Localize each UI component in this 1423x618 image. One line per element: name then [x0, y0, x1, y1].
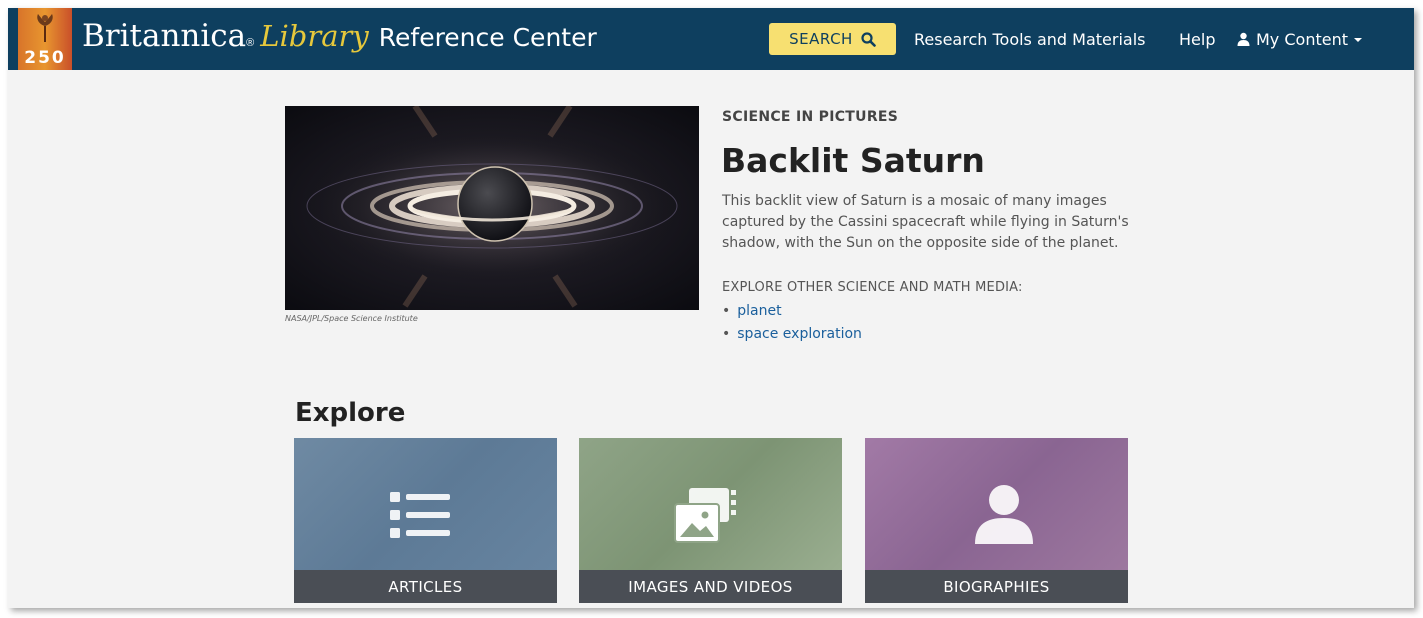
brand-title[interactable]: Britannica ® Library Reference Center: [82, 18, 597, 60]
header-bar: 250 Britannica ® Library Reference Cente…: [8, 8, 1414, 70]
explore-card-images-videos[interactable]: IMAGES AND VIDEOS: [579, 438, 842, 603]
card-label-biographies: BIOGRAPHIES: [865, 570, 1128, 603]
brand-library: Library: [260, 19, 369, 53]
link-space-exploration[interactable]: space exploration: [737, 326, 862, 342]
brand-registered: ®: [246, 37, 255, 49]
page: 250 Britannica ® Library Reference Cente…: [8, 8, 1414, 608]
person-icon: [975, 485, 1033, 544]
explore-other-label: EXPLORE OTHER SCIENCE AND MATH MEDIA:: [722, 280, 1023, 295]
brand-main: Britannica: [82, 18, 247, 54]
image-credit: NASA/JPL/Space Science Institute: [285, 314, 418, 323]
explore-card-biographies[interactable]: BIOGRAPHIES: [865, 438, 1128, 603]
my-content-label: My Content: [1256, 30, 1348, 49]
backlit-saturn-image[interactable]: [285, 106, 699, 310]
bullet: •: [722, 303, 731, 319]
brand-reference-center: Reference Center: [378, 23, 597, 52]
search-label: SEARCH: [789, 30, 853, 48]
user-icon: [1237, 32, 1250, 46]
list-icon: [390, 492, 450, 538]
britannica-250-logo[interactable]: 250: [18, 8, 72, 70]
media-icon: [674, 488, 736, 543]
bullet: •: [722, 326, 731, 342]
thistle-logo-icon: [37, 14, 53, 42]
saturn-image-art: [292, 106, 692, 308]
feature-description: This backlit view of Saturn is a mosaic …: [722, 193, 1129, 251]
card-label-images-videos: IMAGES AND VIDEOS: [579, 570, 842, 603]
card-label-articles: ARTICLES: [294, 570, 557, 603]
caret-down-icon: [1354, 37, 1362, 42]
section-kicker: SCIENCE IN PICTURES: [722, 109, 899, 125]
nav-my-content[interactable]: My Content: [1236, 30, 1363, 49]
list-item: • planet: [722, 300, 862, 323]
search-button[interactable]: SEARCH: [769, 23, 896, 55]
explore-heading: Explore: [295, 398, 406, 428]
feature-title: Backlit Saturn: [721, 141, 985, 180]
nav-help[interactable]: Help: [1179, 30, 1215, 49]
nav-research-tools[interactable]: Research Tools and Materials: [914, 30, 1146, 49]
media-links-list: • planet • space exploration: [722, 300, 862, 346]
explore-card-articles[interactable]: ARTICLES: [294, 438, 557, 603]
logo-number: 250: [24, 48, 66, 68]
link-planet[interactable]: planet: [737, 303, 781, 319]
list-item: • space exploration: [722, 323, 862, 346]
search-icon: [861, 31, 876, 47]
